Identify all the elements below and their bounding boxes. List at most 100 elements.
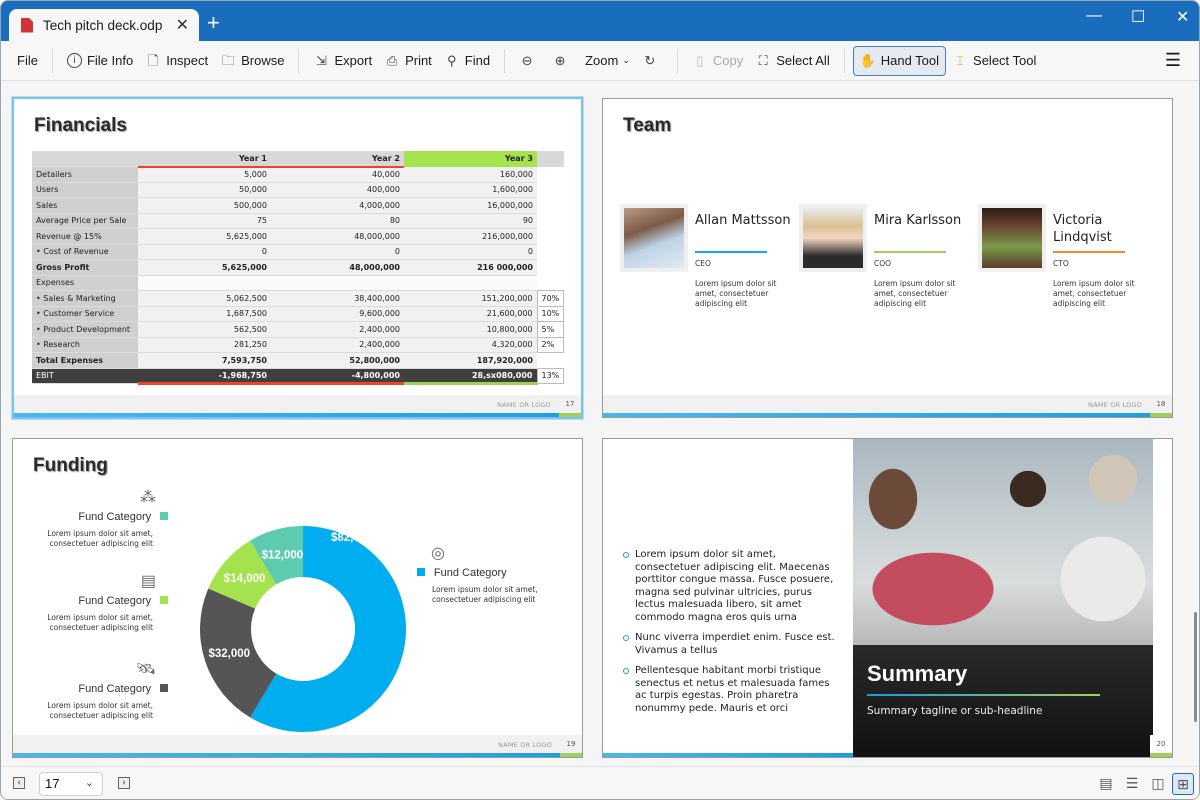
percent-cell [537,213,564,229]
percent-cell: 2% [536,336,565,353]
document-tab[interactable]: Tech pitch deck.odp ✕ [9,9,199,41]
footer-bar [603,753,853,757]
cell-value: 48,000,000 [271,228,404,245]
member-description: Lorem ipsum dolor sit amet, consectetuer… [695,279,777,308]
row-label: • Research [32,337,138,353]
cell-value: 75 [138,213,271,229]
financials-table: Year 1 Year 2 Year 3 Detailers 5,000 40,000 16… [32,151,565,385]
copy-button[interactable]: ▯ Copy [686,46,749,76]
select-all-label: Select All [776,53,830,68]
plus-icon[interactable]: + [207,10,220,36]
bullet-item: Lorem ipsum dolor sit amet, consectetuer… [623,549,843,624]
cell-value: 2,400,000 [271,321,404,338]
table-row: Users 50,000 400,000 1,600,000 [32,182,564,198]
cell-value: 151,200,000 [404,290,537,307]
slide-18[interactable]: Team Allan Mattsson CEO Lorem ipsum dolo… [602,98,1173,418]
print-label: Print [405,53,432,68]
export-button[interactable]: ⇲ Export [307,46,378,76]
cell-value: 48,000,000 [271,259,404,276]
two-page-continuous-view-icon[interactable]: ⊞ [1172,773,1194,795]
slide-title: Funding [33,455,108,476]
cell-value: 0 [404,244,537,260]
inspect-icon: 🗋 [147,52,159,68]
zoom-out-button[interactable]: ⊖ [513,46,546,76]
slide-title: Team [623,115,672,136]
select-all-button[interactable]: ⛶ Select All [749,46,835,76]
next-page-button[interactable]: › [118,777,130,789]
rotate-icon: ↻ [644,52,656,68]
footer-bar [14,413,581,417]
legend-swatch [160,683,168,692]
row-label: Total Expenses [32,352,138,369]
table-header-row: Year 1 Year 2 Year 3 [32,151,564,168]
fund-category-3: 🛰 Fund Category Lorem ipsum dolor sit am… [43,659,168,721]
slide-17[interactable]: Financials Year 1 Year 2 Year 3 Detailers 5,… [12,97,583,419]
previous-page-button[interactable]: ‹ [13,777,25,789]
tab-title: Tech pitch deck.odp [43,17,163,33]
close-tab-icon[interactable]: ✕ [176,15,189,35]
table-row: Total Expenses 7,593,750 52,800,000 187,920… [32,352,564,369]
cell-value: 160,000 [404,166,537,183]
bullet-icon [623,635,629,641]
summary-divider [867,694,1100,696]
page-selector[interactable]: 17 ⌄ [39,772,103,796]
hand-tool-button[interactable]: ✋ Hand Tool [852,45,947,76]
row-label: Revenue @ 15% [32,228,138,245]
hand-tool-label: Hand Tool [880,53,940,68]
avatar [620,204,688,272]
menu-button[interactable]: ☰ [1159,46,1187,76]
cell-value: 216,000,000 [404,228,537,245]
avatar [978,204,1046,272]
cell-value: 16,000,000 [404,197,537,214]
table-row: EBIT -1,968,750 -4,800,000 28,sx080,000 13% [32,367,565,385]
cell-value: 5,625,000 [138,228,271,245]
text-cursor-icon: ⌶ [956,52,964,68]
member-description: Lorem ipsum dolor sit amet, consectetuer… [874,279,956,308]
table-row: • Research 281,250 2,400,000 4,320,000 2% [32,336,565,353]
zoom-out-icon: ⊖ [521,52,533,68]
row-label: EBIT [32,368,138,384]
slide-19[interactable]: Funding ⁂ Fund Category Lorem ipsum dolo… [12,438,583,758]
cell-value: 187,920,000 [404,352,537,369]
inspect-button[interactable]: 🗋 Inspect [139,46,214,76]
rotate-button[interactable]: ↻ [636,46,669,76]
slide-number: 19 [560,735,582,757]
percent-cell: 5% [536,321,565,338]
two-page-view-icon[interactable]: ◫ [1147,773,1169,795]
print-button[interactable]: ⎙ Print [378,46,438,76]
divider [843,48,845,73]
single-page-view-icon[interactable]: ▤ [1095,773,1117,795]
vertical-scrollbar[interactable] [1194,612,1197,722]
zoom-dropdown[interactable]: Zoom ⌄ [579,46,636,76]
legend-swatch [160,595,168,604]
file-label: File [17,53,38,68]
percent-cell [537,198,564,214]
title-bar: Tech pitch deck.odp ✕ + — ☐ ✕ [1,1,1199,41]
cell-value: 5,062,500 [138,290,271,307]
maximize-button[interactable]: ☐ [1131,7,1145,27]
slide-20[interactable]: Lorem ipsum dolor sit amet, consectetuer… [602,438,1173,758]
minimize-button[interactable]: — [1086,7,1102,25]
cell-value [404,275,537,291]
cell-value: 7,593,750 [138,352,271,369]
row-label: • Product Development [32,321,138,338]
continuous-view-icon[interactable]: ☰ [1121,773,1143,795]
zoom-in-button[interactable]: ⊕ [546,46,579,76]
zoom-in-icon: ⊕ [554,52,566,68]
fund-category-4: ◎ Fund Category Lorem ipsum dolor sit am… [417,543,557,605]
close-button[interactable]: ✕ [1176,7,1189,27]
newspaper-icon: ▤ [140,573,156,590]
member-role: COO [874,259,892,268]
zoom-label: Zoom [585,53,619,68]
summary-title: Summary [867,661,968,686]
find-button[interactable]: ⚲ Find [438,46,496,76]
network-icon: ⁂ [140,489,156,506]
file-info-button[interactable]: i File Info [61,46,139,76]
percent-cell: 10% [536,305,565,322]
bullet-text: Nunc viverra imperdiet enim. Fusce est. … [635,632,835,656]
browse-button[interactable]: 🗀 Browse [214,46,290,76]
file-menu-button[interactable]: File [11,46,44,76]
member-name: Allan Mattsson [695,213,791,228]
document-viewport[interactable]: Financials Year 1 Year 2 Year 3 Detailers 5,… [1,82,1199,766]
select-tool-button[interactable]: ⌶ Select Tool [946,46,1042,76]
